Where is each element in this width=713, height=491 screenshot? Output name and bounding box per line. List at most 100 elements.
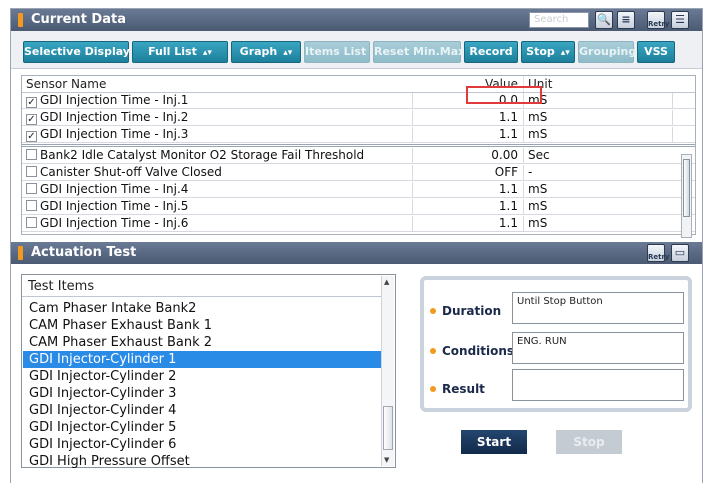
table-row[interactable]: GDI Injection Time - Inj.5 1.1 mS xyxy=(22,199,695,215)
find-icon[interactable]: 🔍 xyxy=(595,11,613,29)
conditions-field: ENG. RUN xyxy=(512,332,684,364)
table-row[interactable]: ✓ GDI Injection Time - Inj.3 1.1 mS xyxy=(22,127,695,143)
selective-display-button[interactable]: Selective Display▴▾ xyxy=(23,41,145,63)
duration-field: Until Stop Button xyxy=(512,292,684,324)
sensor-unit: mS xyxy=(523,110,671,125)
items-list-button[interactable]: Items List▴▾ xyxy=(304,41,381,63)
sensor-value: 1.1 xyxy=(412,127,522,142)
test-detail-panel: Duration Until Stop Button Conditions EN… xyxy=(420,276,692,412)
row-checkbox[interactable] xyxy=(26,149,37,160)
result-field xyxy=(512,369,684,401)
row-checkbox[interactable] xyxy=(26,200,37,211)
actuation-test-title: Actuation Test xyxy=(31,245,137,260)
sensor-unit: mS xyxy=(523,199,671,214)
list-item[interactable]: GDI Injector-Cylinder 5 xyxy=(23,419,387,436)
main-window: Current Data Search 🔍 ≡ Retry ☰ Selectiv… xyxy=(10,8,703,483)
row-checkbox[interactable]: ✓ xyxy=(26,114,37,125)
column-sensor-name[interactable]: Sensor Name xyxy=(26,76,416,92)
record-button[interactable]: Record xyxy=(464,41,518,63)
list-item[interactable]: GDI Injector-Cylinder 4 xyxy=(23,402,387,419)
list-item[interactable]: GDI High Pressure Offset xyxy=(23,453,387,470)
sensor-name: GDI Injection Time - Inj.5 xyxy=(40,199,189,213)
list-item[interactable]: GDI Injector-Cylinder 2 xyxy=(23,368,387,385)
vss-button[interactable]: VSS xyxy=(637,41,675,63)
start-button[interactable]: Start xyxy=(461,430,527,454)
bullet-icon xyxy=(430,308,436,314)
sensor-value: 1.1 xyxy=(412,182,522,197)
title-accent xyxy=(18,13,23,27)
column-unit[interactable]: Unit xyxy=(523,76,671,92)
current-data-titlebar: Current Data Search 🔍 ≡ Retry ☰ xyxy=(11,9,702,31)
bullet-icon xyxy=(430,386,436,392)
sensor-name: GDI Injection Time - Inj.4 xyxy=(40,182,189,196)
value-highlight-box xyxy=(466,86,542,104)
full-list-button[interactable]: Full List ▴▾ xyxy=(132,41,228,63)
row-checkbox[interactable]: ✓ xyxy=(26,97,37,108)
data-toolbar: Selective Display▴▾ Full List▴▾ Graph▴▾ … xyxy=(11,31,702,69)
reset-min-max-button[interactable]: Reset Min.Max xyxy=(373,41,465,63)
row-checkbox[interactable]: ✓ xyxy=(26,131,37,142)
table-scrollbar[interactable] xyxy=(681,154,692,238)
row-checkbox[interactable] xyxy=(26,166,37,177)
sensor-name: Canister Shut-off Valve Closed xyxy=(40,165,222,179)
list-item[interactable]: Cam Phaser Intake Bank2 xyxy=(23,300,387,317)
sensor-name: Bank2 Idle Catalyst Monitor O2 Storage F… xyxy=(40,148,365,162)
list-view-icon[interactable]: ≡ xyxy=(617,11,635,29)
sensor-value: OFF xyxy=(412,165,522,180)
search-input[interactable]: Search xyxy=(529,12,589,28)
sensor-unit: mS xyxy=(523,93,671,108)
panel-toggle-icon[interactable]: ☰ xyxy=(671,11,689,29)
list-item[interactable]: GDI Injector-Cylinder 3 xyxy=(23,385,387,402)
scrollbar-thumb[interactable] xyxy=(683,159,690,217)
scroll-up-icon[interactable]: ▲ xyxy=(384,278,389,286)
conditions-label: Conditions xyxy=(430,344,514,358)
sensor-name: GDI Injection Time - Inj.2 xyxy=(40,110,189,124)
stop-button[interactable]: Stop ▴▾ xyxy=(521,41,575,63)
list-item-selected[interactable]: GDI Injector-Cylinder 1 xyxy=(23,351,387,368)
duration-label: Duration xyxy=(430,304,501,318)
sensor-unit: mS xyxy=(523,127,671,142)
table-row[interactable]: Bank2 Idle Catalyst Monitor O2 Storage F… xyxy=(22,148,695,164)
result-label: Result xyxy=(430,382,485,396)
sensor-data-table: Sensor Name Value Unit ✓ GDI Injection Ti… xyxy=(21,75,696,238)
sensor-name: GDI Injection Time - Inj.1 xyxy=(40,93,189,107)
row-checkbox[interactable] xyxy=(26,217,37,228)
test-items-header: Test Items xyxy=(28,279,95,294)
list-item[interactable]: CAM Phaser Exhaust Bank 1 xyxy=(23,317,387,334)
actuation-test-titlebar: Actuation Test Retry ▭ xyxy=(11,242,702,264)
retry-icon[interactable]: Retry xyxy=(647,244,670,262)
graph-button[interactable]: Graph ▴▾ xyxy=(231,41,301,63)
row-checkbox[interactable] xyxy=(26,183,37,194)
table-row[interactable]: ✓ GDI Injection Time - Inj.2 1.1 mS xyxy=(22,110,695,126)
list-scrollbar[interactable]: ▲ ▼ xyxy=(381,276,394,466)
sensor-unit: mS xyxy=(523,216,671,231)
table-row[interactable]: ✓ GDI Injection Time - Inj.1 0.0 mS xyxy=(22,93,695,109)
grouping-button[interactable]: Grouping xyxy=(578,41,636,63)
table-row[interactable]: GDI Injection Time - Inj.6 1.1 mS xyxy=(22,216,695,232)
actuation-test-panel: Test Items Cam Phaser Intake Bank2 CAM P… xyxy=(11,264,702,483)
sensor-name: GDI Injection Time - Inj.3 xyxy=(40,127,189,141)
table-row[interactable]: Canister Shut-off Valve Closed OFF - xyxy=(22,165,695,181)
panel-toggle-icon[interactable]: ▭ xyxy=(671,244,689,262)
selected-unselected-divider xyxy=(22,144,695,147)
current-data-title: Current Data xyxy=(31,12,126,27)
table-header: Sensor Name Value Unit xyxy=(22,76,695,93)
list-item[interactable]: GDI Injector-Cylinder 6 xyxy=(23,436,387,453)
list-item[interactable]: CAM Phaser Exhaust Bank 2 xyxy=(23,334,387,351)
sensor-value: 1.1 xyxy=(412,216,522,231)
test-items-list: Test Items Cam Phaser Intake Bank2 CAM P… xyxy=(21,274,396,470)
scroll-down-icon[interactable]: ▼ xyxy=(384,456,389,464)
table-row[interactable]: GDI Injection Time - Inj.4 1.1 mS xyxy=(22,182,695,198)
sensor-name: GDI Injection Time - Inj.6 xyxy=(40,216,189,230)
sensor-unit: Sec xyxy=(523,148,671,163)
stop-test-button[interactable]: Stop xyxy=(556,430,622,454)
retry-icon[interactable]: Retry xyxy=(647,11,670,29)
title-accent xyxy=(18,246,23,260)
bullet-icon xyxy=(430,348,436,354)
sensor-value: 0.00 xyxy=(412,148,522,163)
sensor-unit: mS xyxy=(523,182,671,197)
scrollbar-thumb[interactable] xyxy=(383,406,393,450)
sensor-value: 1.1 xyxy=(412,110,522,125)
sensor-value: 1.1 xyxy=(412,199,522,214)
sensor-unit: - xyxy=(523,165,671,180)
